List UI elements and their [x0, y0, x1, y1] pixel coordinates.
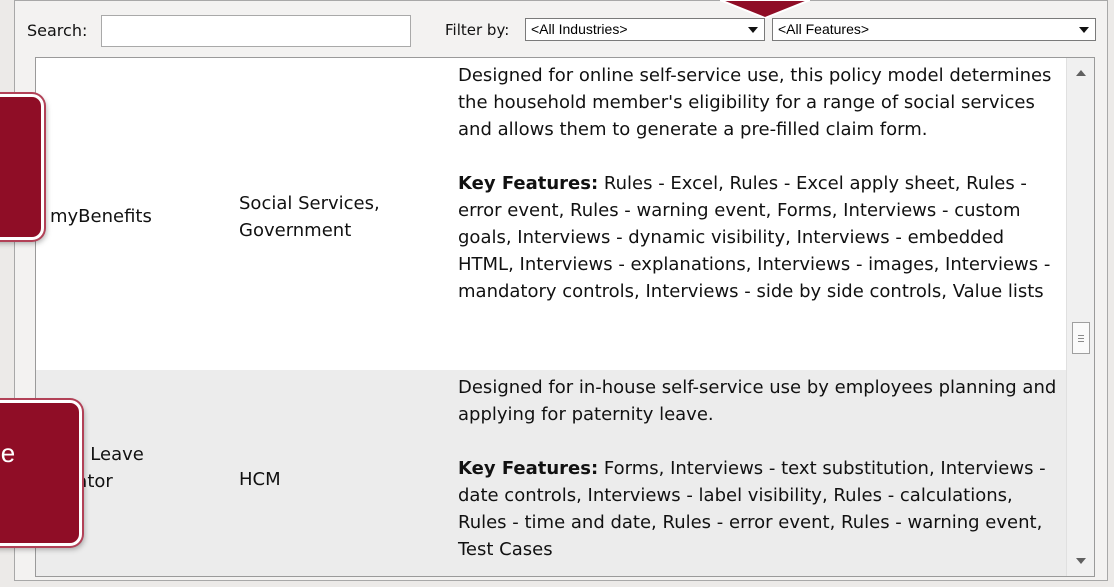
filter-label: Filter by: — [445, 21, 510, 39]
model-name: myBenefits — [50, 206, 152, 227]
feature-filter-select[interactable]: <All Features> — [772, 18, 1096, 41]
chevron-down-icon — [1079, 27, 1089, 33]
key-features-label: Key Features: — [458, 458, 599, 479]
grip-line — [1078, 335, 1084, 336]
callout-text: le — [0, 438, 16, 468]
toolbar: Search: Filter by: <All Industries> <All… — [15, 1, 1107, 49]
search-input[interactable] — [101, 15, 411, 47]
industry-filter-value: <All Industries> — [531, 21, 628, 37]
callout-box: le — [0, 400, 82, 546]
description-text: Designed for in-house self-service use b… — [458, 377, 1057, 425]
model-industry: HCM — [239, 469, 281, 490]
scroll-up-arrow-icon[interactable] — [1076, 70, 1086, 76]
policy-model-list[interactable]: myBenefits Social Services, Government D… — [35, 57, 1095, 577]
table-row[interactable]: ental Leave culator HCM Designed for in-… — [36, 370, 1066, 576]
search-label: Search: — [27, 21, 88, 40]
grip-line — [1078, 338, 1084, 339]
model-description: Designed for in-house self-service use b… — [458, 374, 1058, 563]
chevron-down-icon — [748, 27, 758, 33]
feature-filter-value: <All Features> — [778, 21, 870, 37]
scroll-down-arrow-icon[interactable] — [1076, 558, 1086, 564]
grip-line — [1078, 341, 1084, 342]
model-industry: Social Services, Government — [239, 193, 380, 241]
policy-model-browser: Search: Filter by: <All Industries> <All… — [14, 0, 1108, 581]
model-description: Designed for online self-service use, th… — [458, 62, 1058, 305]
description-text: Designed for online self-service use, th… — [458, 65, 1052, 140]
callout-pointer — [720, 0, 810, 18]
table-row[interactable]: myBenefits Social Services, Government D… — [36, 58, 1066, 368]
vertical-scrollbar[interactable] — [1066, 58, 1094, 576]
key-features-label: Key Features: — [458, 173, 599, 194]
industry-filter-select[interactable]: <All Industries> — [525, 18, 765, 41]
key-features: Key Features: Rules - Excel, Rules - Exc… — [458, 170, 1058, 305]
callout-box — [0, 94, 44, 240]
scrollbar-thumb[interactable] — [1072, 322, 1090, 354]
key-features: Key Features: Forms, Interviews - text s… — [458, 455, 1058, 563]
